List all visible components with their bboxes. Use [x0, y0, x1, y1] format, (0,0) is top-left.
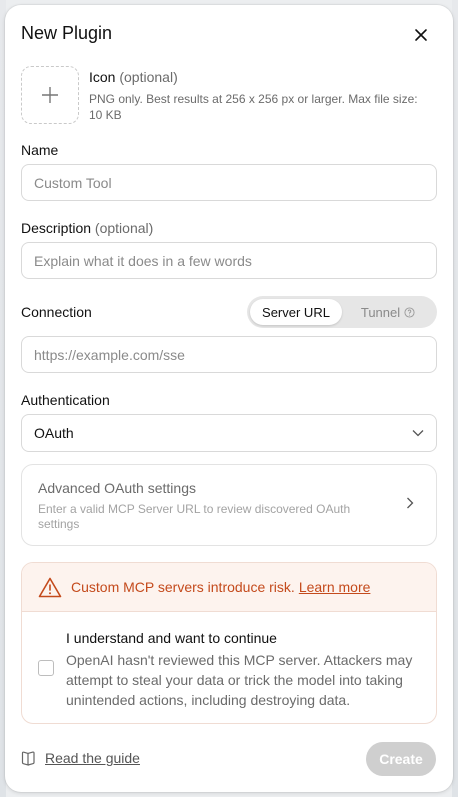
dialog-title: New Plugin: [21, 23, 113, 43]
chevron-right-icon: [407, 497, 414, 509]
icon-help-text: PNG only. Best results at 256 x 256 px o…: [89, 92, 418, 122]
authentication-label: Authentication: [21, 392, 110, 408]
icon-upload-button[interactable]: [21, 66, 79, 124]
chevron-down-icon: [412, 430, 424, 437]
name-label: Name: [21, 142, 59, 158]
risk-warning-box: Custom MCP servers introduce risk. Learn…: [21, 562, 437, 724]
description-input[interactable]: [21, 242, 437, 279]
name-input[interactable]: [21, 164, 437, 201]
description-label-text: Description: [21, 220, 92, 236]
connection-label: Connection: [21, 304, 92, 320]
tab-tunnel[interactable]: Tunnel: [342, 299, 434, 325]
book-icon: [21, 750, 35, 766]
risk-warning-header: Custom MCP servers introduce risk. Learn…: [22, 563, 436, 612]
acknowledge-title: I understand and want to continue: [66, 630, 277, 646]
tab-server-url-label: Server URL: [262, 304, 330, 320]
create-button[interactable]: Create: [366, 742, 436, 776]
advanced-oauth-description: Enter a valid MCP Server URL to review d…: [38, 502, 351, 531]
read-guide-link[interactable]: Read the guide: [21, 750, 140, 766]
icon-optional-text: (optional): [119, 69, 178, 85]
close-button[interactable]: [409, 23, 433, 47]
icon-label: Icon (optional): [89, 69, 178, 85]
info-icon: [404, 306, 415, 318]
warning-icon: [38, 577, 62, 598]
close-icon: [415, 29, 427, 41]
authentication-select[interactable]: OAuth: [21, 414, 437, 452]
description-optional-text: (optional): [94, 220, 154, 236]
authentication-selected-value: OAuth: [34, 425, 74, 441]
learn-more-link[interactable]: Learn more: [299, 579, 371, 595]
risk-warning-text: Custom MCP servers introduce risk.: [71, 579, 295, 595]
advanced-oauth-title: Advanced OAuth settings: [38, 480, 196, 496]
acknowledge-description: OpenAI hasn't reviewed this MCP server. …: [66, 652, 413, 708]
acknowledge-checkbox[interactable]: [38, 660, 54, 676]
icon-label-text: Icon: [89, 69, 116, 85]
server-url-input[interactable]: [21, 336, 437, 373]
connection-toggle: Server URL Tunnel: [247, 296, 437, 328]
description-label: Description (optional): [21, 220, 153, 236]
read-guide-label: Read the guide: [45, 750, 140, 766]
advanced-oauth-settings[interactable]: Advanced OAuth settings Enter a valid MC…: [21, 464, 437, 546]
new-plugin-dialog: New Plugin Icon (optional) PNG only. Bes…: [5, 5, 453, 792]
tab-tunnel-label: Tunnel: [360, 304, 401, 320]
plus-icon: [42, 87, 58, 103]
tab-server-url[interactable]: Server URL: [250, 299, 342, 325]
